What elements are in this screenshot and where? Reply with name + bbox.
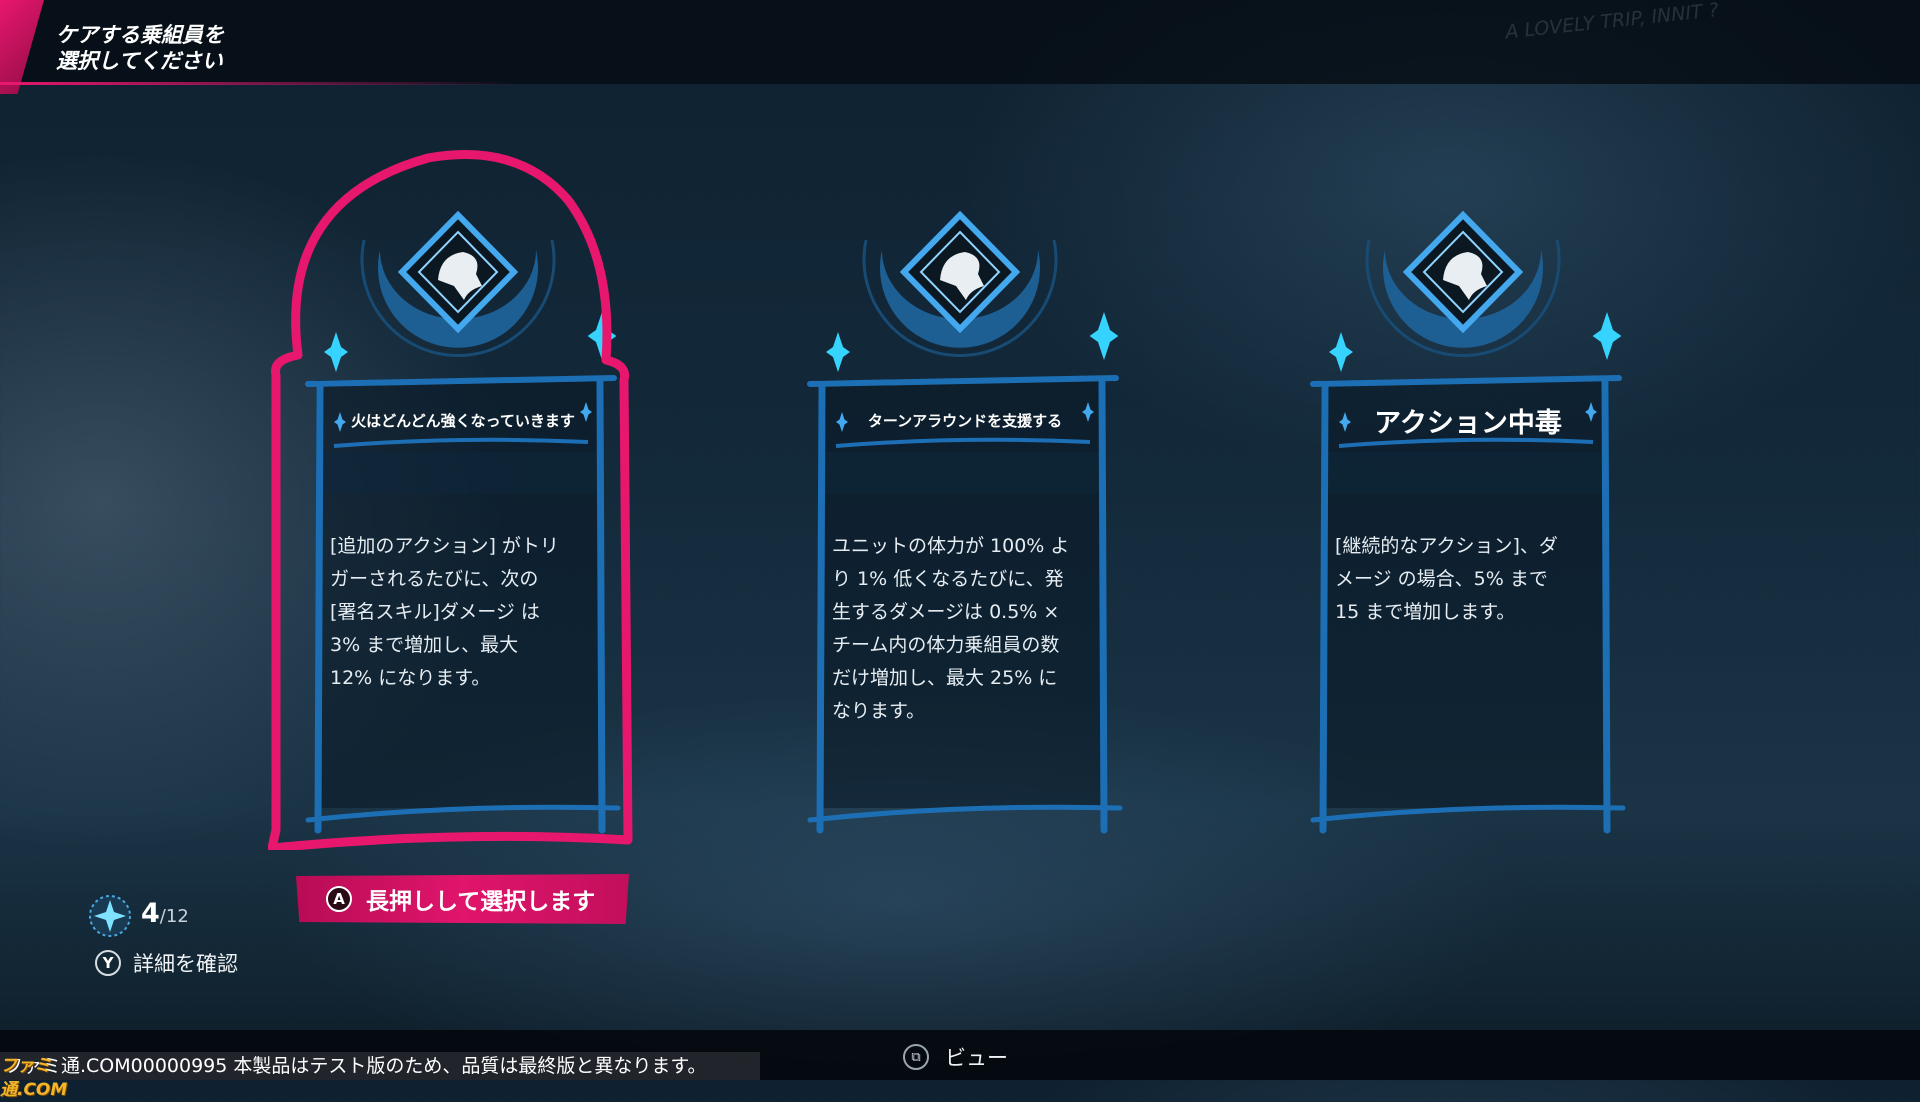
card-frame (268, 150, 633, 850)
card-title: アクション中毒 (1374, 407, 1562, 439)
title-underlay (320, 452, 600, 494)
a-button-icon: A (326, 886, 352, 912)
star-badge-icon (89, 895, 131, 937)
card-description: ユニットの体力が 100% よ り 1% 低くなるたびに、発 生するダメージは … (832, 535, 1070, 722)
view-button-icon: ⧉ (903, 1044, 929, 1070)
view-hint[interactable]: ⧉ ビュー (903, 1042, 1008, 1072)
counter-total: /12 (159, 906, 189, 927)
crew-card-2[interactable]: ターンアラウンドを支援する ユニットの体力が 100% よ り 1% 低くなるた… (770, 140, 1150, 850)
card-description: [追加のアクション] がトリ ガーされるたびに、次の [署名スキル]ダメージ は… (330, 535, 559, 689)
frame-left-rail (1319, 381, 1329, 834)
card-title: 火はどんどん強くなっていきます (351, 411, 575, 430)
y-button-icon: Y (95, 950, 121, 976)
detail-label: 詳細を確認 (133, 952, 238, 976)
counter-current: 4 (141, 898, 160, 929)
crew-card-1[interactable]: 火はどんどん強くなっていきます [追加のアクション] がトリ ガーされるたびに、… (268, 140, 648, 850)
sparkle-icon (324, 332, 348, 372)
screen-title: ケアする乗組員を 選択してください (56, 23, 224, 73)
card-frame (1310, 210, 1626, 834)
card-description: [継続的なアクション]、ダ メージ の場合、5% まで 15 まで増加します。 (1335, 535, 1558, 623)
selection-counter: 4/12 (84, 890, 224, 940)
title-underlay (1325, 452, 1605, 494)
frame-left-rail (314, 381, 324, 834)
crew-card-3[interactable]: アクション中毒 [継続的なアクション]、ダ メージ の場合、5% まで 15 ま… (1273, 140, 1653, 850)
frame-bottom-rail (1310, 804, 1626, 823)
sparkle-icon (826, 332, 850, 372)
frame-left-rail (816, 381, 826, 834)
sparkle-icon (1592, 312, 1622, 360)
title-underlay (822, 452, 1102, 494)
title-accent-line (0, 82, 520, 85)
frame-bottom-rail (807, 804, 1123, 823)
view-label: ビュー (945, 1046, 1008, 1070)
sparkle-icon (1329, 332, 1353, 372)
select-label: 長押しして選択します (366, 889, 596, 915)
card-frame (807, 210, 1123, 834)
sparkle-icon (1089, 312, 1119, 360)
site-watermark: ファミ通.COM (0, 1056, 68, 1100)
card-title: ターンアラウンドを支援する (867, 411, 1063, 430)
detail-hint[interactable]: Y 詳細を確認 (95, 947, 238, 979)
hold-to-select-button[interactable]: A 長押しして選択します (296, 874, 629, 924)
frame-bottom-rail (305, 804, 621, 823)
counter-text: 4/12 (141, 898, 189, 929)
